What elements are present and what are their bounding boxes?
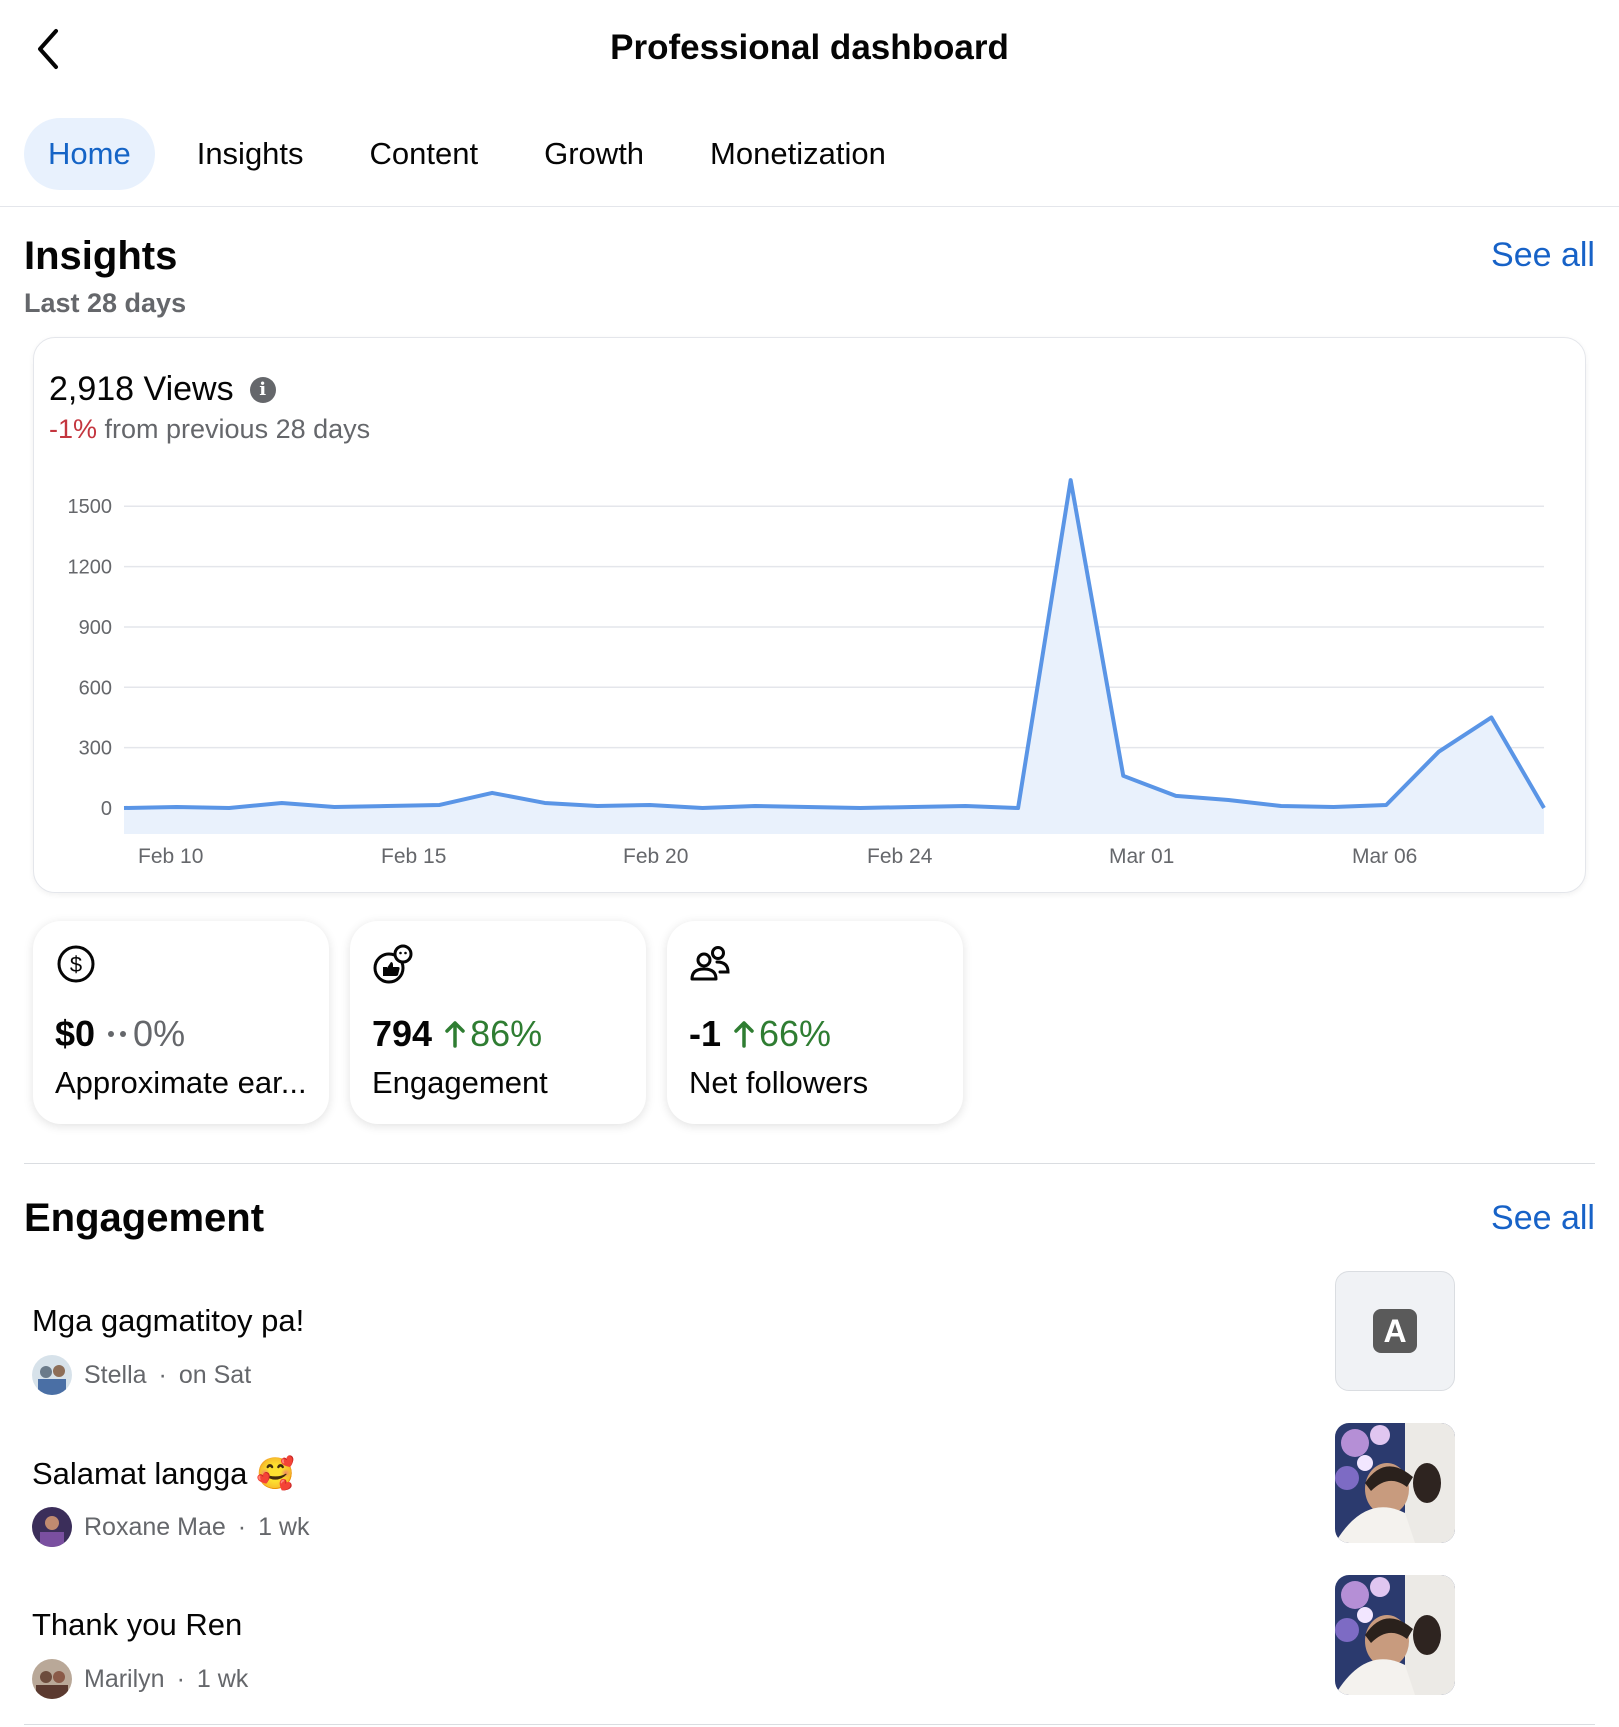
avatar[interactable] <box>32 1507 72 1547</box>
flat-trend-icon <box>108 1031 127 1037</box>
meta-separator: · <box>237 1512 247 1541</box>
engagement-reactions-icon <box>373 944 413 984</box>
people-icon <box>690 946 730 981</box>
comment-time: on Sat <box>178 1360 252 1389</box>
engagement-value: 794 <box>372 1013 433 1054</box>
tab-bar: Home Insights Content Growth Monetizatio… <box>24 118 928 190</box>
engagement-change-value: 86% <box>470 1013 543 1054</box>
post-thumbnail[interactable] <box>1335 1423 1455 1543</box>
engagement-metric-card[interactable]: 794 86% Engagement <box>350 921 646 1124</box>
followers-change-value: 66% <box>759 1013 832 1054</box>
y-tick-label: 300 <box>79 738 112 760</box>
tab-growth[interactable]: Growth <box>520 118 668 190</box>
followers-value: -1 <box>689 1013 722 1054</box>
views-series-line <box>123 478 1546 810</box>
tab-monetization[interactable]: Monetization <box>686 118 910 190</box>
post-photo <box>1335 1575 1455 1695</box>
area-fill <box>124 480 1544 834</box>
earnings-value: $0 <box>55 1013 96 1054</box>
engagement-item[interactable]: Mga gagmatitoy pa! Stella · on Sat A <box>24 1271 1595 1433</box>
comment-meta: Stella · on Sat <box>32 1355 251 1395</box>
x-tick-label: Feb 20 <box>623 845 688 868</box>
engagement-item[interactable]: Thank you Ren Marilyn · 1 wk <box>24 1575 1595 1727</box>
tab-insights[interactable]: Insights <box>173 118 328 190</box>
engagement-value-row: 794 86% <box>372 1013 542 1055</box>
avatar[interactable] <box>32 1659 72 1699</box>
comment-time: 1 wk <box>258 1512 310 1541</box>
comment-time: 1 wk <box>196 1664 249 1693</box>
y-tick-label: 900 <box>79 617 112 639</box>
x-tick-label: Mar 01 <box>1109 845 1174 868</box>
engagement-change: 86% <box>444 1013 542 1055</box>
views-line-chart: 0 300 600 900 1200 1500 Feb 10 Feb 15 Feb 20 Feb … <box>68 478 1546 868</box>
earnings-label: Approximate ear... <box>55 1065 307 1100</box>
y-tick-label: 1500 <box>68 496 113 518</box>
followers-value-row: -1 66% <box>689 1013 831 1055</box>
earnings-change-value: 0% <box>133 1013 186 1054</box>
comment-meta: Marilyn · 1 wk <box>32 1659 248 1699</box>
post-thumbnail[interactable] <box>1335 1575 1455 1695</box>
x-tick-label: Feb 24 <box>867 845 933 868</box>
post-thumbnail[interactable]: A <box>1335 1271 1455 1391</box>
earnings-value-row: $0 0% <box>55 1013 185 1055</box>
views-chart-card[interactable]: 2,918 Views i -1% from previous 28 days … <box>33 337 1586 893</box>
followers-label: Net followers <box>689 1065 869 1100</box>
x-tick-label: Mar 06 <box>1352 845 1417 868</box>
text-post-icon: A <box>1373 1309 1417 1353</box>
y-tick-label: 1200 <box>68 557 113 579</box>
arrow-up-icon <box>445 1021 465 1048</box>
earnings-change: 0% <box>107 1013 185 1055</box>
insights-period: Last 28 days <box>24 288 187 318</box>
meta-separator: · <box>158 1360 167 1389</box>
engagement-see-all-link[interactable]: See all <box>1491 1199 1595 1238</box>
comment-author: Stella <box>84 1360 147 1389</box>
section-divider <box>24 1163 1595 1164</box>
header-divider <box>0 206 1619 207</box>
comment-author: Marilyn <box>84 1664 165 1693</box>
arrow-up-icon <box>734 1021 754 1048</box>
bottom-divider <box>24 1724 1595 1725</box>
comment-text: Thank you Ren <box>32 1607 243 1642</box>
earnings-metric-card[interactable]: $ $0 0% Approximate ear... <box>33 921 329 1124</box>
tab-home[interactable]: Home <box>24 118 155 190</box>
insights-section-title: Insights <box>24 234 178 278</box>
followers-metric-card[interactable]: -1 66% Net followers <box>667 921 963 1124</box>
insights-see-all-link[interactable]: See all <box>1491 236 1595 275</box>
x-tick-label: Feb 15 <box>381 845 446 868</box>
avatar[interactable] <box>32 1355 72 1395</box>
engagement-section-title: Engagement <box>24 1196 265 1240</box>
comment-text: Mga gagmatitoy pa! <box>32 1303 305 1338</box>
followers-change: 66% <box>733 1013 831 1055</box>
comment-meta: Roxane Mae · 1 wk <box>32 1507 309 1547</box>
post-photo <box>1335 1423 1455 1543</box>
engagement-label: Engagement <box>372 1065 548 1100</box>
x-tick-label: Feb 10 <box>138 845 203 868</box>
meta-separator: · <box>176 1664 185 1693</box>
engagement-item[interactable]: Salamat langga 🥰 Roxane Mae · 1 wk <box>24 1423 1595 1585</box>
top-bar: Professional dashboard <box>0 0 1619 100</box>
svg-text:$: $ <box>70 952 82 977</box>
comment-text: Salamat langga 🥰 <box>32 1456 295 1491</box>
comment-author: Roxane Mae <box>84 1512 226 1541</box>
y-tick-label: 0 <box>101 798 112 820</box>
dollar-circle-icon: $ <box>57 945 95 983</box>
y-tick-label: 600 <box>79 677 112 699</box>
tab-content[interactable]: Content <box>346 118 503 190</box>
page-title: Professional dashboard <box>610 28 1009 67</box>
